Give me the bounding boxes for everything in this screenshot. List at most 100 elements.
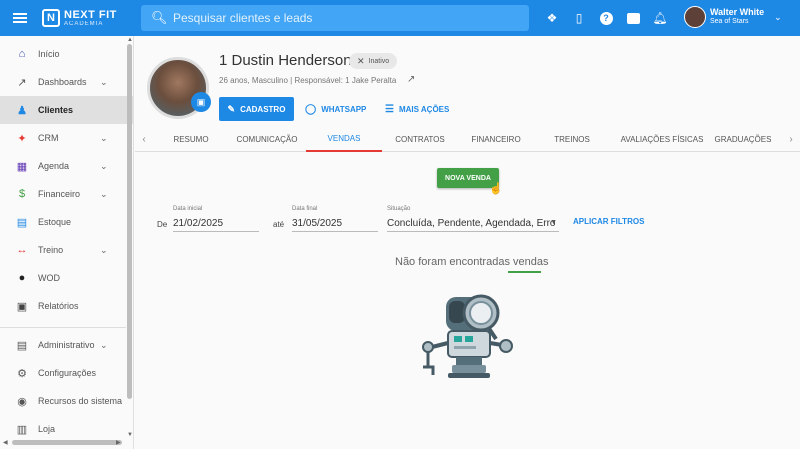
sidebar-divider: [0, 327, 126, 328]
report-icon: ▣: [16, 300, 28, 313]
tab-resumo[interactable]: RESUMO: [159, 126, 223, 152]
sidebar-item-label: Recursos do sistema: [38, 396, 123, 406]
search-box[interactable]: 🔍︎: [141, 5, 529, 31]
hand-cursor-icon: ☝: [489, 183, 503, 195]
sidebar-item-agenda[interactable]: ▦ Agenda ⌄: [0, 152, 133, 180]
chevron-down-icon: ⌄: [100, 244, 108, 255]
logo-subtext: ACADEMIA: [64, 20, 104, 27]
sidebar-item-administrativo[interactable]: ▤ Administrativo ⌄: [0, 331, 133, 359]
tab-avaliacoes[interactable]: AVALIAÇÕES FÍSICAS: [611, 126, 713, 152]
sidebar: ⌂ Início ↗ Dashboards ⌄ ♟ Clientes ✦ CRM…: [0, 36, 134, 449]
list-icon: ☰: [385, 103, 394, 115]
situacao-value: Concluída, Pendente, Agendada, Erro: [387, 218, 556, 229]
chevron-down-icon: ⌄: [100, 188, 108, 199]
gear-icon: ⚙: [17, 367, 27, 380]
help-icon[interactable]: ?: [594, 6, 618, 30]
sidebar-item-label: Configurações: [38, 368, 97, 378]
logo-text: NEXT FIT: [64, 8, 117, 21]
cart-icon: ▤: [16, 216, 28, 229]
tab-treinos[interactable]: TREINOS: [540, 126, 604, 152]
user-subtitle: Sea of Stars: [710, 18, 749, 26]
gift-icon[interactable]: ❖: [540, 6, 564, 30]
sidebar-item-wod[interactable]: ● WOD: [0, 264, 133, 292]
sidebar-item-label: Dashboards: [38, 77, 87, 87]
ate-label: até: [273, 220, 285, 229]
edit-icon: ✎: [227, 103, 236, 114]
scroll-right-icon[interactable]: ▶: [116, 439, 121, 446]
camera-icon[interactable]: ▣: [191, 92, 211, 112]
client-name: 1 Dustin Henderson: [219, 52, 352, 69]
de-label: De: [157, 220, 168, 229]
sidebar-item-financeiro[interactable]: $ Financeiro ⌄: [0, 180, 133, 208]
chat-icon[interactable]: [621, 6, 645, 30]
sidebar-scrollbar[interactable]: [127, 44, 132, 399]
logo[interactable]: N NEXT FIT ACADEMIA: [42, 9, 138, 27]
sidebar-item-loja[interactable]: ▥ Loja: [0, 415, 133, 443]
chevron-down-icon: ⌄: [100, 160, 108, 171]
chevron-down-icon: ⌄: [100, 132, 108, 143]
empty-message: Não foram encontradas vendas: [395, 256, 549, 268]
external-link-icon[interactable]: ↗: [407, 74, 415, 85]
tab-contratos[interactable]: CONTRATOS: [385, 126, 455, 152]
dumbbell-icon: ↔: [16, 244, 28, 256]
chevron-down-icon: ⌄: [774, 11, 782, 22]
logo-mark-icon: N: [42, 9, 60, 27]
people-icon: ♟: [17, 104, 27, 117]
chevron-right-icon[interactable]: ›: [784, 126, 798, 152]
data-inicial-field[interactable]: Data inicial 21/02/2025: [173, 206, 259, 232]
aplicar-filtros-button[interactable]: APLICAR FILTROS: [573, 217, 644, 226]
cadastro-button[interactable]: ✎ CADASTRO: [219, 97, 294, 121]
tab-graduacoes[interactable]: GRADUAÇÕES: [713, 126, 773, 152]
tab-comunicacao[interactable]: COMUNICAÇÃO: [229, 126, 305, 152]
tab-vendas[interactable]: VENDAS: [306, 126, 382, 152]
top-bar: N NEXT FIT ACADEMIA 🔍︎ ❖ ▯ ? 🔔︎ Walter W…: [0, 0, 800, 36]
user-name: Walter White: [710, 7, 765, 18]
sidebar-item-treino[interactable]: ↔ Treino ⌄: [0, 236, 133, 264]
situacao-label: Situação: [387, 206, 411, 212]
avatar: [684, 6, 706, 28]
sidebar-item-label: Treino: [38, 245, 64, 255]
data-final-label: Data final: [292, 206, 318, 212]
situacao-select[interactable]: Situação Concluída, Pendente, Agendada, …: [387, 206, 559, 232]
chevron-down-icon: ⌄: [100, 339, 108, 350]
scroll-down-icon[interactable]: ▼: [127, 432, 133, 438]
mais-acoes-button[interactable]: ☰ MAIS AÇÕES: [385, 97, 449, 121]
tab-bar: ‹ RESUMO COMUNICAÇÃO VENDAS CONTRATOS FI…: [135, 126, 800, 152]
bell-icon[interactable]: 🔔︎: [648, 6, 672, 30]
data-final-value: 31/05/2025: [292, 218, 343, 229]
search-input[interactable]: [173, 11, 513, 25]
scroll-up-icon[interactable]: ▲: [127, 37, 133, 43]
sidebar-item-dashboards[interactable]: ↗ Dashboards ⌄: [0, 68, 133, 96]
sidebar-item-inicio[interactable]: ⌂ Início: [0, 40, 133, 68]
phone-icon[interactable]: ▯: [567, 6, 591, 30]
menu-icon[interactable]: [0, 0, 40, 36]
data-final-field[interactable]: Data final 31/05/2025: [292, 206, 378, 232]
sidebar-horizontal-scrollbar[interactable]: [12, 440, 122, 445]
whatsapp-icon: ◯: [305, 103, 317, 115]
sidebar-item-label: Loja: [38, 424, 56, 434]
status-badge: ✕ Inativo: [349, 53, 398, 69]
dropdown-arrow-icon: ▼: [550, 219, 557, 226]
sidebar-item-configuracoes[interactable]: ⚙ Configurações: [0, 359, 133, 387]
tab-financeiro[interactable]: FINANCEIRO: [461, 126, 531, 152]
chevron-left-icon[interactable]: ‹: [137, 126, 151, 152]
toggle-icon: ◉: [17, 395, 27, 408]
sidebar-item-relatorios[interactable]: ▣ Relatórios: [0, 292, 133, 320]
scroll-left-icon[interactable]: ◀: [3, 439, 8, 446]
sidebar-item-crm[interactable]: ✦ CRM ⌄: [0, 124, 133, 152]
client-meta: 26 anos, Masculino | Responsável: 1 Jake…: [219, 76, 397, 85]
close-icon: ✕: [357, 55, 365, 66]
kettlebell-icon: ●: [18, 272, 26, 284]
chart-icon: ↗: [17, 76, 27, 89]
admin-icon: ▤: [16, 339, 28, 352]
crm-icon: ✦: [17, 132, 27, 145]
sidebar-item-clientes[interactable]: ♟ Clientes: [0, 96, 133, 124]
sidebar-item-estoque[interactable]: ▤ Estoque: [0, 208, 133, 236]
sidebar-item-label: Administrativo: [38, 340, 95, 350]
main-content: ▣ 1 Dustin Henderson ✕ Inativo 26 anos, …: [135, 36, 800, 449]
whatsapp-button[interactable]: ◯ WHATSAPP: [305, 97, 366, 121]
search-icon: 🔍︎: [151, 10, 168, 25]
sidebar-item-label: Início: [38, 49, 60, 59]
sidebar-item-recursos[interactable]: ◉ Recursos do sistema: [0, 387, 133, 415]
user-menu[interactable]: Walter White Sea of Stars ⌄: [684, 6, 782, 28]
